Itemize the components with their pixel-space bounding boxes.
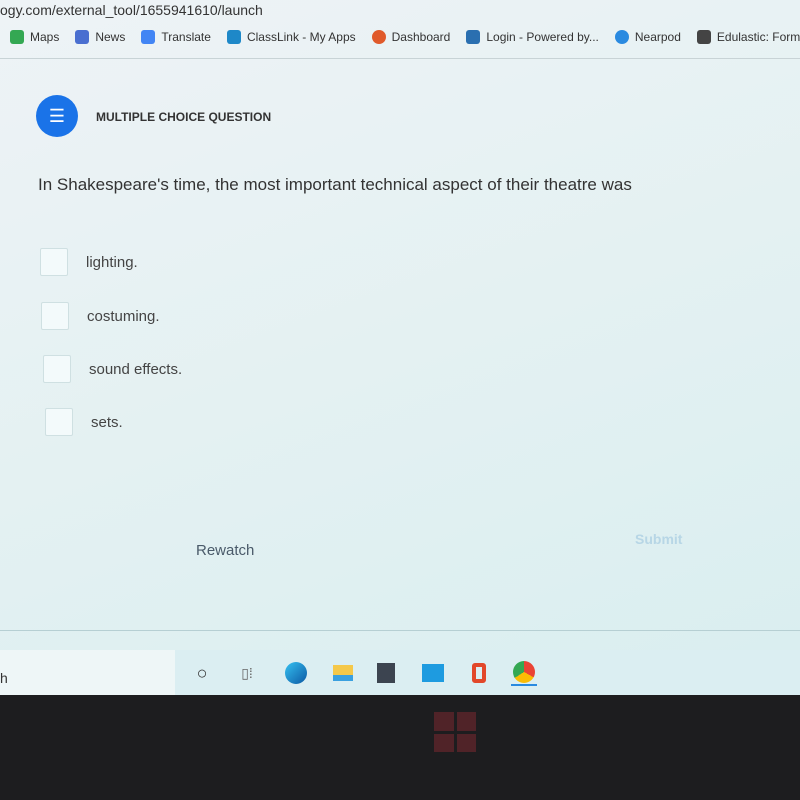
office-icon[interactable] bbox=[466, 660, 492, 686]
checkbox[interactable] bbox=[41, 302, 69, 330]
store-icon[interactable] bbox=[373, 660, 399, 686]
translate-icon bbox=[141, 30, 156, 44]
file-explorer-icon[interactable] bbox=[330, 660, 356, 686]
list-icon: ☰ bbox=[36, 95, 78, 137]
option-costuming[interactable]: costuming. bbox=[41, 302, 160, 330]
bookmarks-bar: Maps News Translate ClassLink - My Apps … bbox=[10, 30, 800, 44]
bookmark-dashboard[interactable]: Dashboard bbox=[371, 30, 450, 44]
address-bar[interactable]: ogy.com/external_tool/1655941610/launch bbox=[0, 2, 263, 18]
bookmark-translate[interactable]: Translate bbox=[141, 30, 211, 44]
taskbar-search[interactable]: h bbox=[0, 650, 175, 695]
option-lighting[interactable]: lighting. bbox=[40, 248, 138, 276]
login-icon bbox=[466, 30, 481, 44]
question-type: MULTIPLE CHOICE QUESTION bbox=[96, 110, 272, 124]
checkbox[interactable] bbox=[43, 355, 71, 383]
news-icon bbox=[75, 30, 90, 44]
bookmark-news[interactable]: News bbox=[75, 30, 125, 44]
bookmark-maps[interactable]: Maps bbox=[10, 30, 59, 44]
edge-icon[interactable] bbox=[283, 660, 309, 686]
bookmark-login[interactable]: Login - Powered by... bbox=[466, 30, 599, 44]
bookmark-classlink[interactable]: ClassLink - My Apps bbox=[226, 30, 356, 44]
dashboard-icon bbox=[371, 30, 386, 44]
chrome-icon[interactable] bbox=[511, 660, 537, 686]
option-sets[interactable]: sets. bbox=[45, 408, 123, 436]
task-view-icon[interactable]: ▯⁞ bbox=[234, 660, 260, 686]
taskbar: h ○ ▯⁞ bbox=[0, 650, 800, 695]
edulastic-icon bbox=[696, 30, 711, 44]
maps-icon bbox=[10, 30, 24, 44]
submit-button[interactable]: Submit bbox=[635, 531, 682, 547]
checkbox[interactable] bbox=[45, 408, 73, 436]
question-text: In Shakespeare's time, the most importan… bbox=[38, 175, 632, 194]
mail-icon[interactable] bbox=[420, 660, 446, 686]
windows-logo bbox=[434, 712, 476, 752]
screen: ogy.com/external_tool/1655941610/launch … bbox=[0, 0, 800, 695]
bookmark-edulastic[interactable]: Edulastic: Formativ bbox=[696, 30, 800, 44]
option-sound-effects[interactable]: sound effects. bbox=[43, 355, 182, 383]
cortana-icon[interactable]: ○ bbox=[189, 660, 215, 686]
classlink-icon bbox=[226, 30, 241, 44]
rewatch-button[interactable]: Rewatch bbox=[196, 542, 254, 559]
divider bbox=[0, 58, 800, 59]
bookmark-nearpod[interactable]: Nearpod bbox=[614, 30, 681, 44]
divider bbox=[0, 630, 800, 631]
nearpod-icon bbox=[614, 30, 629, 44]
checkbox[interactable] bbox=[40, 248, 68, 276]
